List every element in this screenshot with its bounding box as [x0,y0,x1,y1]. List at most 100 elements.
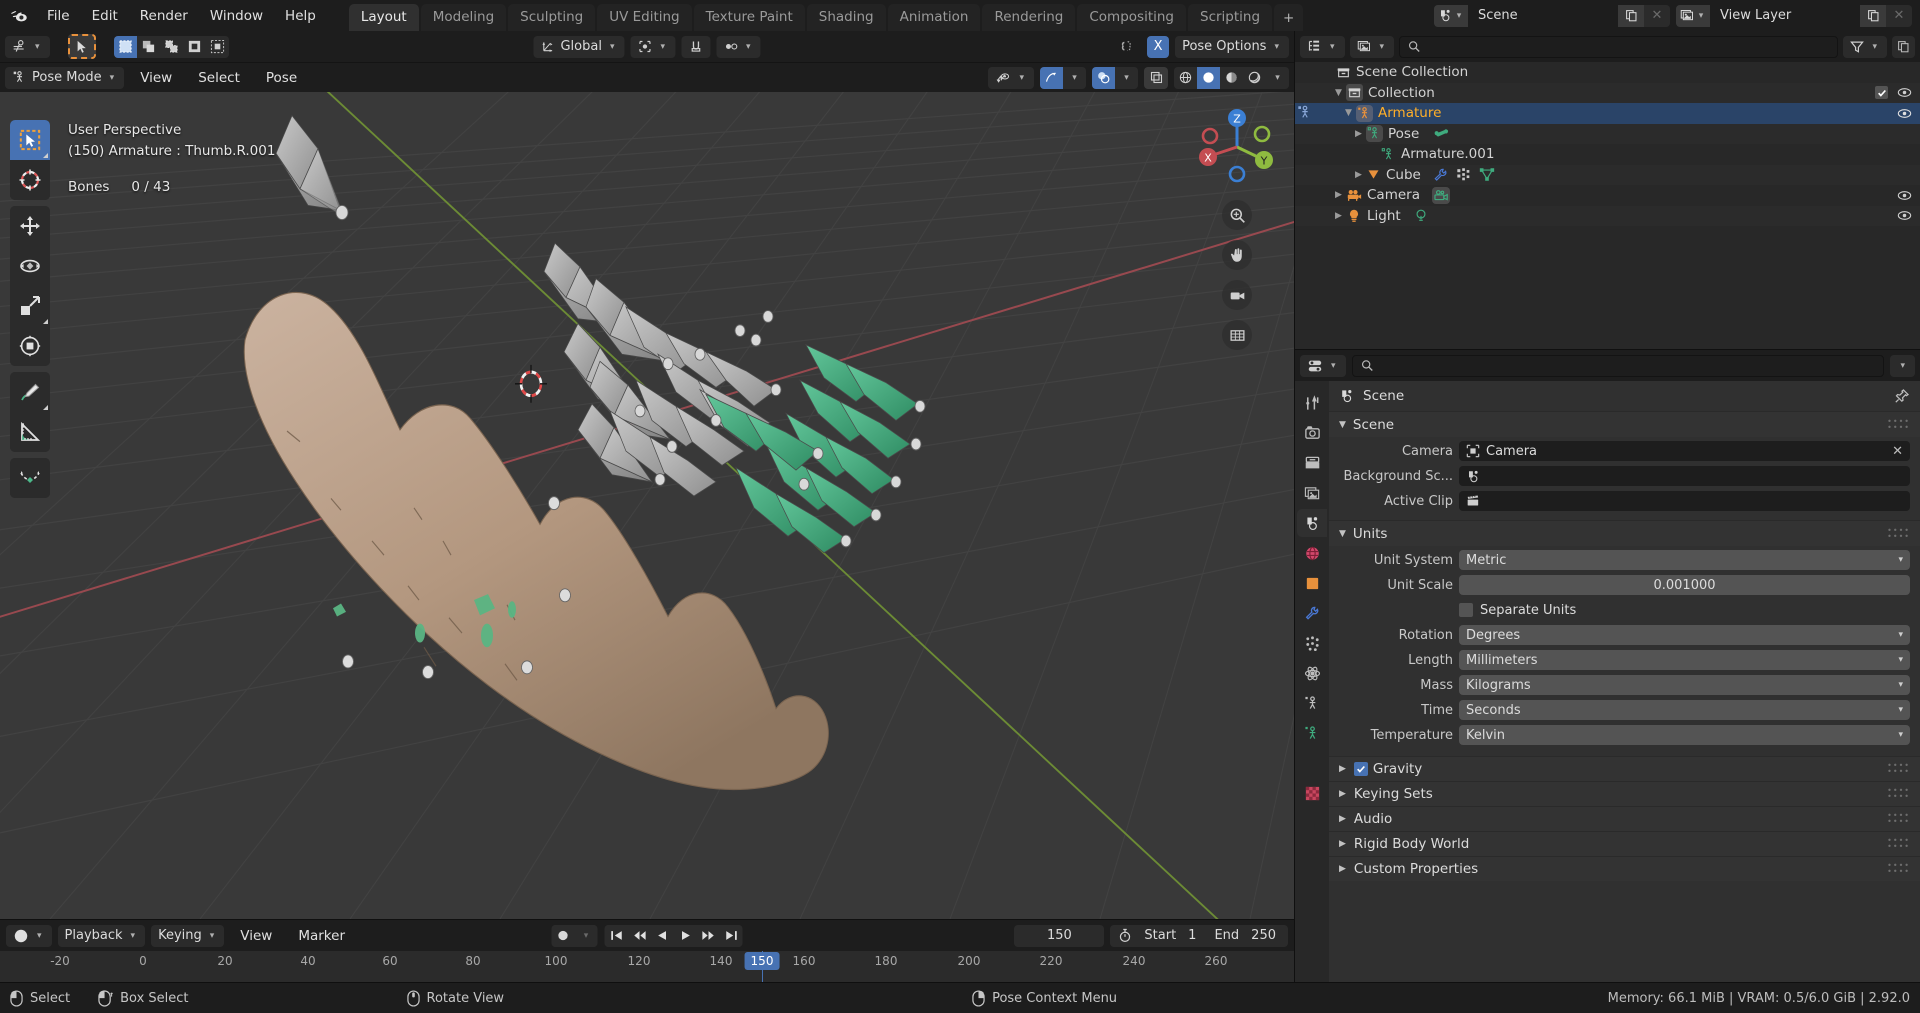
chevron-right-icon[interactable]: ▶ [1339,814,1346,824]
scene-name-field[interactable]: Scene [1468,4,1618,27]
camera-field[interactable]: Camera ✕ [1459,441,1910,461]
viewport-menu-pose[interactable]: Pose [256,67,307,89]
editor-type-selector[interactable]: ▾ [5,35,50,58]
workspace-tab-uv-editing[interactable]: UV Editing [597,4,692,31]
toggle-xray-icon[interactable] [1144,66,1168,89]
menu-help[interactable]: Help [274,4,327,28]
select-invert-icon[interactable] [182,35,206,58]
chevron-down-icon[interactable]: ▼ [1339,420,1346,430]
tweak-select-tool[interactable] [10,120,50,160]
render-tab[interactable] [1297,419,1327,447]
outliner-row-armature[interactable]: ▼ Armature [1295,103,1920,124]
chevron-right-icon[interactable]: ▶ [1331,211,1346,221]
properties-search-input[interactable] [1351,354,1885,377]
time-dropdown[interactable]: Seconds ▾ [1459,700,1910,720]
navigation-gizmo[interactable]: Z Y X [1194,104,1280,190]
outliner-new-collection-button[interactable] [1892,35,1915,58]
workspace-tab-scripting[interactable]: Scripting [1188,4,1273,31]
proportional-edit-button[interactable]: ▾ [716,35,761,58]
output-tab[interactable] [1297,449,1327,477]
rotate-tool[interactable] [10,246,50,286]
measure-tool[interactable] [10,412,50,452]
shading-rendered-icon[interactable] [1243,66,1266,89]
chevron-down-icon[interactable]: ▼ [1331,88,1346,98]
units-panel-header[interactable]: ▼ Units •••• •••• [1329,520,1920,546]
tool-tab[interactable] [1297,389,1327,417]
constraints-tab[interactable] [1297,689,1327,717]
pivot-point-selector[interactable]: ▾ [630,35,676,58]
current-frame-field[interactable]: 150 [1014,924,1105,947]
mass-dropdown[interactable]: Kilograms ▾ [1459,675,1910,695]
blender-logo-icon[interactable] [4,2,32,30]
show-overlays-icon[interactable] [1092,66,1115,89]
shading-material-icon[interactable] [1220,66,1243,89]
unit-system-dropdown[interactable]: Metric ▾ [1459,550,1910,570]
playhead-indicator[interactable]: 150 [744,952,780,970]
workspace-tab-animation[interactable]: Animation [887,4,981,31]
physics-tab[interactable] [1297,659,1327,687]
play-reverse-icon[interactable] [650,924,674,947]
active-clip-field[interactable] [1459,491,1910,511]
chevron-right-icon[interactable]: ▶ [1331,190,1346,200]
rigid-body-world-panel-header[interactable]: ▶ Rigid Body World •••• •••• [1329,831,1920,856]
eye-icon[interactable] [1897,86,1912,99]
chevron-right-icon[interactable]: ▶ [1339,839,1346,849]
timeline-menu-keying[interactable]: Keying ▾ [151,924,225,947]
workspace-tab-layout[interactable]: Layout [348,4,419,31]
eye-icon[interactable] [1897,209,1912,222]
select-intersect-icon[interactable] [205,35,229,58]
annotate-tool[interactable] [10,372,50,412]
outliner-row-armature-data[interactable]: Armature.001 [1295,144,1920,165]
mode-selector[interactable]: Pose Mode ▾ [5,66,125,89]
custom-properties-panel-header[interactable]: ▶ Custom Properties •••• •••• [1329,856,1920,881]
properties-search-field[interactable] [1379,358,1876,373]
view-layer-name-field[interactable]: View Layer [1710,4,1860,27]
next-keyframe-icon[interactable] [696,924,720,947]
pan-hand-icon[interactable] [1222,240,1252,270]
outliner-display-mode-selector[interactable]: ▾ [1349,35,1395,58]
outliner-row-pose[interactable]: ▶ Pose [1295,123,1920,144]
new-scene-button[interactable] [1618,4,1644,27]
outliner-row-cube[interactable]: ▶ Cube [1295,164,1920,185]
jump-start-icon[interactable] [604,924,628,947]
separate-units-row[interactable]: Separate Units [1459,599,1910,621]
workspace-tab-shading[interactable]: Shading [806,4,886,31]
material-tab[interactable] [1297,779,1327,807]
select-new-icon[interactable] [113,35,137,58]
select-subtract-icon[interactable] [159,35,183,58]
outliner-search-input[interactable] [1399,35,1839,58]
timeline-menu-marker[interactable]: Marker [288,925,355,947]
temperature-dropdown[interactable]: Kelvin ▾ [1459,725,1910,745]
new-view-layer-button[interactable] [1860,4,1886,27]
eye-icon[interactable] [1897,189,1912,202]
overlay-dropdown[interactable]: ▾ [1115,66,1138,89]
gizmo-dropdown[interactable]: ▾ [1063,66,1086,89]
menu-file[interactable]: File [36,4,81,28]
modifier-wrench-icon[interactable] [1433,167,1449,182]
workspace-tab-modeling[interactable]: Modeling [420,4,507,31]
audio-panel-header[interactable]: ▶ Audio •••• •••• [1329,806,1920,831]
outliner-editor-type-selector[interactable]: ▾ [1300,35,1345,58]
modifier-tab[interactable] [1297,599,1327,627]
view-layer-selector[interactable]: ▾ View Layer ✕ [1676,4,1912,27]
pose-options-dropdown[interactable]: Pose Options ▾ [1175,35,1289,58]
start-value[interactable]: 1 [1182,928,1208,943]
data-tab[interactable] [1297,719,1327,747]
transform-orientation-selector[interactable]: Global ▾ [533,35,625,58]
particles-tab[interactable] [1297,629,1327,657]
bone-icon[interactable] [1433,126,1450,141]
workspace-tab-sculpting[interactable]: Sculpting [508,4,596,31]
select-extend-icon[interactable] [136,35,160,58]
scene-panel-header[interactable]: ▼ Scene •••• •••• [1329,411,1920,437]
prev-keyframe-icon[interactable] [627,924,651,947]
cursor-tool[interactable] [10,160,50,200]
play-icon[interactable] [673,924,697,947]
shading-solid-icon[interactable] [1197,66,1220,89]
breakdowner-tool[interactable] [10,458,50,498]
workspace-tab-texture-paint[interactable]: Texture Paint [693,4,805,31]
menu-window[interactable]: Window [199,4,274,28]
background-scene-field[interactable] [1459,466,1910,486]
pose-x-mirror-toggle[interactable]: X [1147,35,1170,58]
unlink-scene-button[interactable]: ✕ [1644,4,1670,27]
add-workspace-button[interactable]: + [1274,4,1304,31]
